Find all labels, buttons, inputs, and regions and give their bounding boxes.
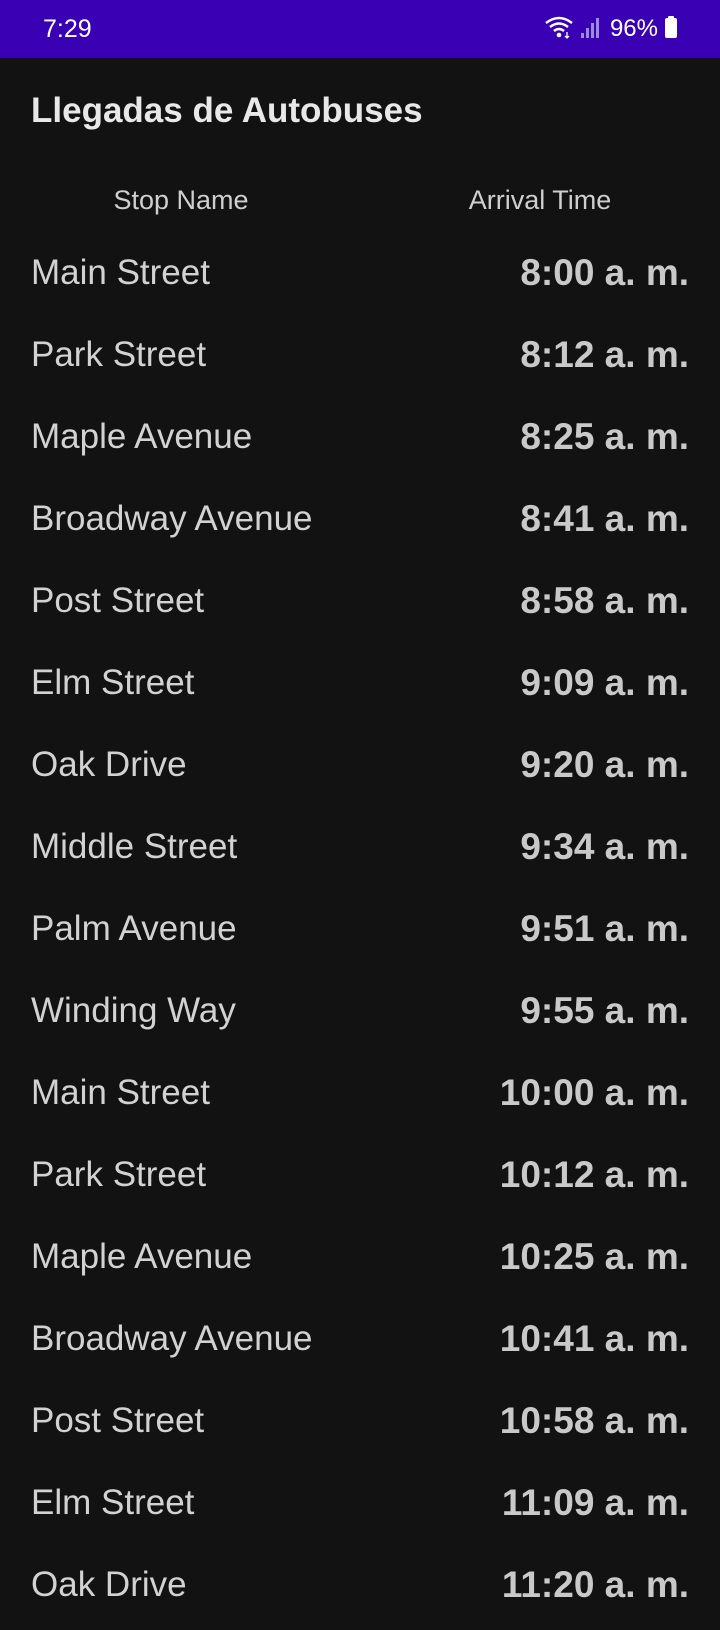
app-bar: Llegadas de Autobuses xyxy=(0,58,720,162)
stop-name: Palm Avenue xyxy=(31,909,237,948)
status-time: 7:29 xyxy=(43,15,92,43)
table-header: Stop Name Arrival Time xyxy=(0,175,720,225)
list-item: Post Street 8:58 a. m. xyxy=(0,564,720,646)
list-item: Main Street 8:00 a. m. xyxy=(0,236,720,318)
arrivals-list[interactable]: Main Street 8:00 a. m. Park Street 8:12 … xyxy=(0,236,720,1630)
list-item: Post Street 10:58 a. m. xyxy=(0,1384,720,1466)
arrival-time: 10:41 a. m. xyxy=(499,1318,689,1359)
stop-name: Maple Avenue xyxy=(31,1237,253,1276)
list-item: Oak Drive 11:20 a. m. xyxy=(0,1548,720,1630)
stop-name: Maple Avenue xyxy=(31,417,253,456)
stop-name: Broadway Avenue xyxy=(31,1319,313,1358)
stop-name: Park Street xyxy=(31,1155,207,1194)
arrival-time: 11:09 a. m. xyxy=(501,1482,689,1523)
list-item: Elm Street 9:09 a. m. xyxy=(0,646,720,728)
list-item: Main Street 10:00 a. m. xyxy=(0,1056,720,1138)
list-item: Park Street 10:12 a. m. xyxy=(0,1138,720,1220)
arrival-time: 10:12 a. m. xyxy=(499,1154,689,1195)
header-arrival-time: Arrival Time xyxy=(468,185,612,215)
stop-name: Oak Drive xyxy=(31,745,187,784)
status-bar: 7:29 96% xyxy=(0,0,720,58)
list-item: Winding Way 9:55 a. m. xyxy=(0,974,720,1056)
arrival-time: 8:58 a. m. xyxy=(520,580,689,621)
stop-name: Elm Street xyxy=(31,663,195,702)
list-item: Elm Street 11:09 a. m. xyxy=(0,1466,720,1548)
signal-icon xyxy=(580,15,600,44)
arrival-time: 10:58 a. m. xyxy=(499,1400,689,1441)
list-item: Broadway Avenue 10:41 a. m. xyxy=(0,1302,720,1384)
arrival-time: 9:55 a. m. xyxy=(520,990,689,1031)
stop-name: Post Street xyxy=(31,1401,205,1440)
arrival-time: 8:25 a. m. xyxy=(520,416,689,457)
list-item: Middle Street 9:34 a. m. xyxy=(0,810,720,892)
status-icons: 96% xyxy=(544,13,678,45)
arrival-time: 9:09 a. m. xyxy=(520,662,689,703)
page-title: Llegadas de Autobuses xyxy=(31,91,423,130)
arrival-time: 10:25 a. m. xyxy=(499,1236,689,1277)
list-item: Park Street 8:12 a. m. xyxy=(0,318,720,400)
list-item: Oak Drive 9:20 a. m. xyxy=(0,728,720,810)
arrival-time: 10:00 a. m. xyxy=(499,1072,689,1113)
wifi-icon xyxy=(544,15,574,44)
battery-percentage: 96% xyxy=(609,15,658,42)
stop-name: Main Street xyxy=(31,1073,210,1112)
stop-name: Main Street xyxy=(31,253,210,292)
arrival-time: 8:41 a. m. xyxy=(520,498,689,539)
stop-name: Elm Street xyxy=(31,1483,195,1522)
list-item: Maple Avenue 8:25 a. m. xyxy=(0,400,720,482)
list-item: Maple Avenue 10:25 a. m. xyxy=(0,1220,720,1302)
arrival-time: 9:20 a. m. xyxy=(520,744,689,785)
stop-name: Broadway Avenue xyxy=(31,499,313,538)
stop-name: Winding Way xyxy=(31,991,236,1030)
battery-icon xyxy=(664,15,678,44)
list-item: Palm Avenue 9:51 a. m. xyxy=(0,892,720,974)
arrival-time: 8:00 a. m. xyxy=(520,252,689,293)
header-stop-name: Stop Name xyxy=(113,185,249,215)
arrival-time: 9:51 a. m. xyxy=(520,908,689,949)
stop-name: Middle Street xyxy=(31,827,238,866)
stop-name: Park Street xyxy=(31,335,207,374)
list-item: Broadway Avenue 8:41 a. m. xyxy=(0,482,720,564)
arrival-time: 8:12 a. m. xyxy=(520,334,689,375)
arrival-time: 9:34 a. m. xyxy=(520,826,689,867)
stop-name: Post Street xyxy=(31,581,205,620)
